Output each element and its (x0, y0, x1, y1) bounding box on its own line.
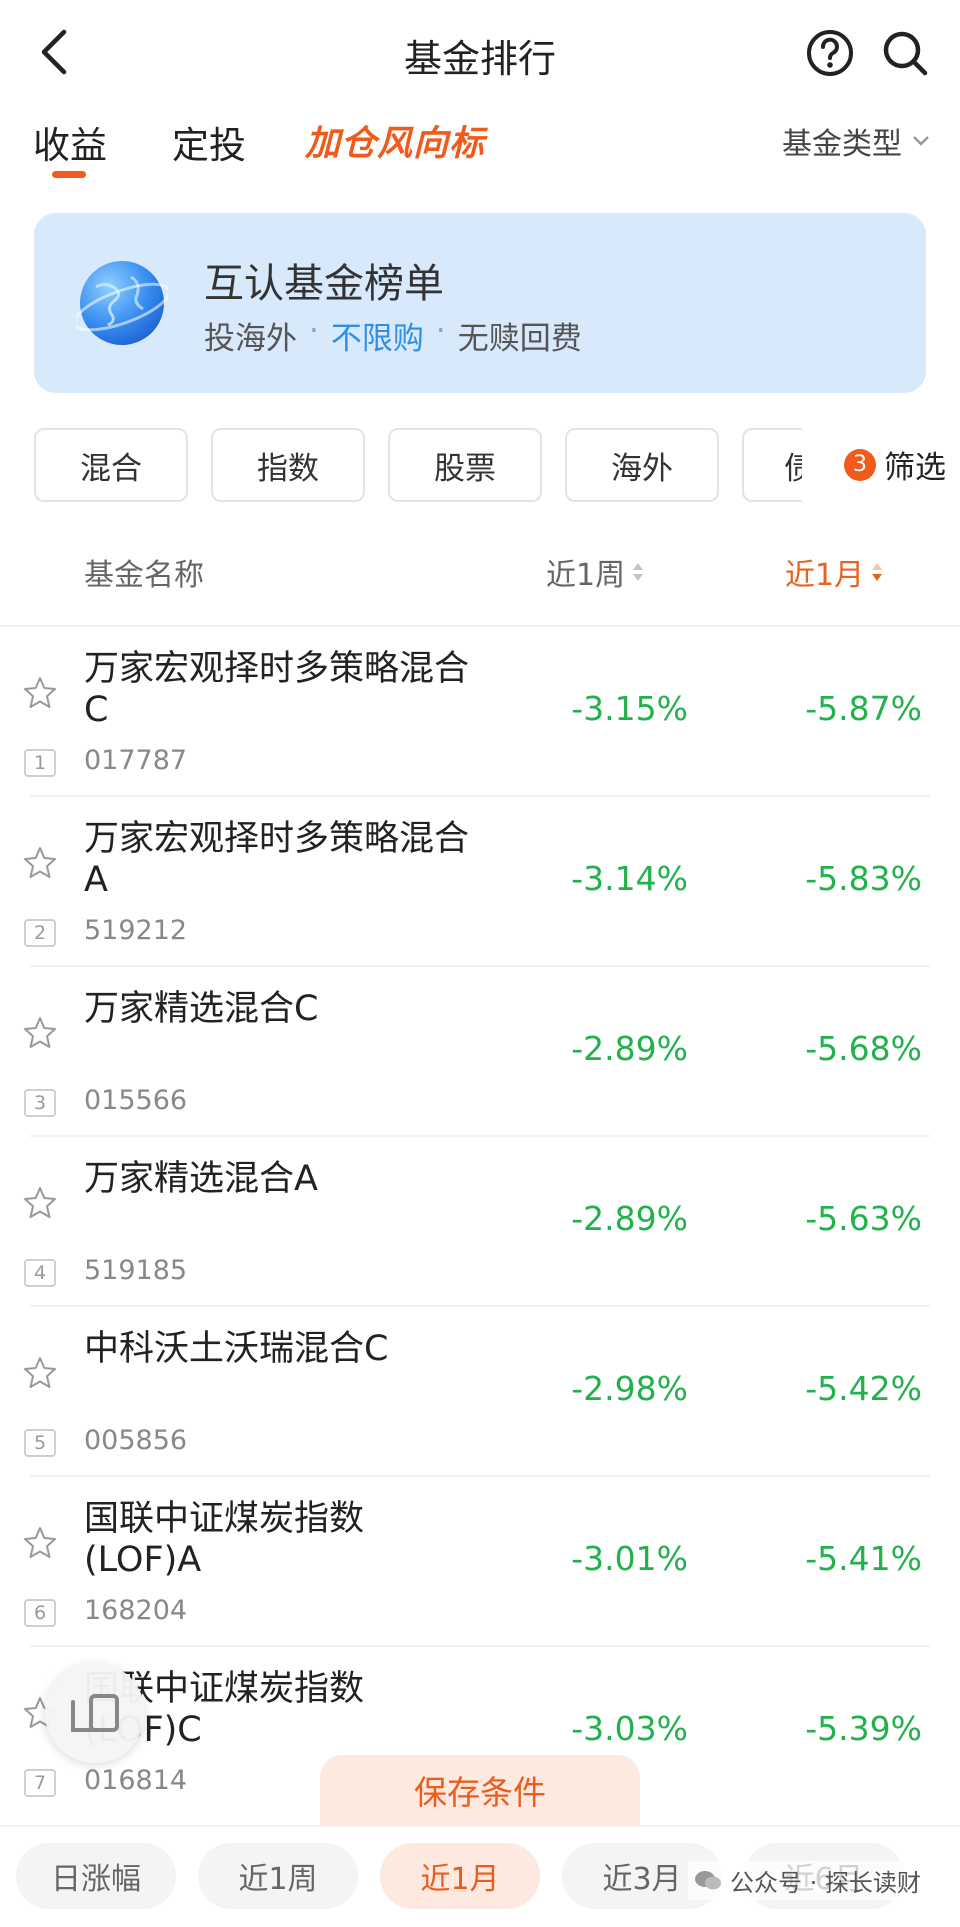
banner-subtitle: 投海外 · 不限购 · 无赎回费 (204, 313, 582, 358)
separator-dot: · (309, 313, 319, 349)
column-week-label: 近1周 (546, 558, 626, 593)
week-return: -2.89% (571, 1029, 688, 1068)
sort-icon (633, 563, 644, 581)
separator-dot: · (435, 313, 446, 349)
filter-button[interactable]: 3 筛选 (838, 442, 946, 487)
tab-add-position-indicator[interactable]: 加仓风向标 (305, 115, 485, 166)
filter-count-badge: 3 (844, 448, 876, 481)
banner-sub-no-fee: 无赎回费 (457, 321, 582, 357)
period-daily[interactable]: 日涨幅 (16, 1843, 176, 1909)
help-icon (807, 30, 853, 76)
month-return: -5.42% (805, 1369, 922, 1408)
month-return: -5.83% (805, 859, 922, 898)
period-1month[interactable]: 近1月 (380, 1843, 540, 1909)
week-return: -3.01% (571, 1539, 688, 1578)
table-row[interactable]: 5 中科沃土沃瑞混合C 005856 -2.98% -5.42% (24, 1307, 930, 1477)
star-icon[interactable] (22, 1355, 58, 1391)
mutual-recognition-banner[interactable]: 互认基金榜单 投海外 · 不限购 · 无赎回费 (34, 213, 926, 393)
rank-badge: 6 (24, 1599, 56, 1627)
period-bar: 日涨幅 近1周 近1月 近3月 近6月 公众号 · 探长读财 (0, 1825, 960, 1927)
floating-window-button[interactable] (45, 1663, 145, 1763)
fund-name: 万家精选混合A (84, 1159, 318, 1199)
chip-stock[interactable]: 股票 (388, 428, 542, 502)
star-icon[interactable] (22, 1185, 58, 1221)
fund-type-label: 基金类型 (782, 127, 902, 162)
search-button[interactable] (880, 28, 930, 78)
fund-name: 国联中证煤炭指数(LOF)A (84, 1499, 365, 1580)
rank-badge: 2 (24, 919, 56, 947)
table-row[interactable]: 3 万家精选混合C 015566 -2.89% -5.68% (24, 967, 930, 1137)
active-tab-indicator (52, 171, 86, 178)
chevron-down-icon (913, 136, 929, 146)
rank-badge: 5 (24, 1429, 56, 1457)
fund-name: 万家精选混合C (84, 989, 319, 1029)
banner-title: 互认基金榜单 (204, 261, 444, 307)
table-header: 基金名称 近1周 近1月 (0, 550, 960, 600)
fund-code: 015566 (84, 1085, 188, 1116)
fund-code: 519185 (84, 1255, 188, 1286)
chip-index[interactable]: 指数 (211, 428, 365, 502)
month-return: -5.41% (805, 1539, 922, 1578)
fund-code: 017787 (84, 745, 188, 776)
rank-badge: 4 (24, 1259, 56, 1287)
week-return: -3.03% (571, 1709, 688, 1748)
chip-hybrid[interactable]: 混合 (34, 428, 188, 502)
rank-badge: 7 (24, 1769, 56, 1797)
star-icon[interactable] (22, 1015, 58, 1051)
fund-name: 万家宏观择时多策略混合A (84, 819, 470, 900)
period-1week[interactable]: 近1周 (198, 1843, 358, 1909)
wechat-icon (695, 1870, 721, 1889)
table-row[interactable]: 2 万家宏观择时多策略混合A 519212 -3.14% -5.83% (24, 797, 930, 967)
fund-name: 中科沃土沃瑞混合C (84, 1329, 389, 1369)
week-return: -2.89% (571, 1199, 688, 1238)
column-fund-name: 基金名称 (84, 558, 204, 593)
rank-badge: 1 (24, 749, 56, 777)
column-month-sort[interactable]: 近1月 (785, 550, 884, 594)
floating-window-icon (71, 1694, 119, 1732)
filter-label: 筛选 (884, 450, 946, 486)
column-week-sort[interactable]: 近1周 (546, 550, 645, 594)
search-icon (883, 31, 928, 76)
rank-badge: 3 (24, 1089, 56, 1117)
table-row[interactable]: 6 国联中证煤炭指数(LOF)A 168204 -3.01% -5.41% (24, 1477, 930, 1647)
month-return: -5.63% (805, 1199, 922, 1238)
fund-code: 519212 (84, 915, 188, 946)
globe-icon (76, 261, 168, 345)
fund-code: 168204 (84, 1595, 188, 1626)
filter-chips: 混合 指数 股票 海外 债 3 筛选 (0, 428, 960, 504)
month-return: -5.39% (805, 1709, 922, 1748)
star-icon[interactable] (22, 675, 58, 711)
chip-bond[interactable]: 债 (742, 428, 802, 502)
week-return: -3.14% (571, 859, 688, 898)
fund-code: 005856 (84, 1425, 188, 1456)
banner-sub-unlimited: 不限购 (330, 321, 424, 357)
sort-desc-icon (872, 563, 883, 581)
month-return: -5.87% (805, 689, 922, 728)
star-icon[interactable] (22, 1525, 58, 1561)
table-row[interactable]: 1 万家宏观择时多策略混合C 017787 -3.15% -5.87% (24, 627, 930, 797)
header-bar: 基金排行 (0, 0, 960, 110)
watermark-text: 公众号 · 探长读财 (730, 1869, 921, 1897)
week-return: -2.98% (571, 1369, 688, 1408)
banner-sub-overseas: 投海外 (204, 321, 297, 357)
table-row[interactable]: 4 万家精选混合A 519185 -2.89% -5.63% (24, 1137, 930, 1307)
fund-code: 016814 (84, 1765, 188, 1796)
watermark: 公众号 · 探长读财 (688, 1861, 927, 1900)
tab-income[interactable]: 收益 (33, 115, 107, 169)
help-button[interactable] (805, 28, 855, 78)
star-icon[interactable] (22, 845, 58, 881)
fund-type-dropdown[interactable]: 基金类型 (782, 119, 930, 163)
month-return: -5.68% (805, 1029, 922, 1068)
tab-fixed-investment[interactable]: 定投 (172, 115, 246, 169)
save-condition-button[interactable]: 保存条件 (320, 1755, 640, 1825)
top-tabs: 收益 定投 加仓风向标 基金类型 (0, 115, 960, 185)
week-return: -3.15% (571, 689, 688, 728)
fund-list: 1 万家宏观择时多策略混合C 017787 -3.15% -5.87% 2 万家… (0, 627, 960, 1817)
column-month-label: 近1月 (785, 558, 865, 593)
fund-name: 万家宏观择时多策略混合C (84, 649, 470, 730)
chip-overseas[interactable]: 海外 (565, 428, 719, 502)
